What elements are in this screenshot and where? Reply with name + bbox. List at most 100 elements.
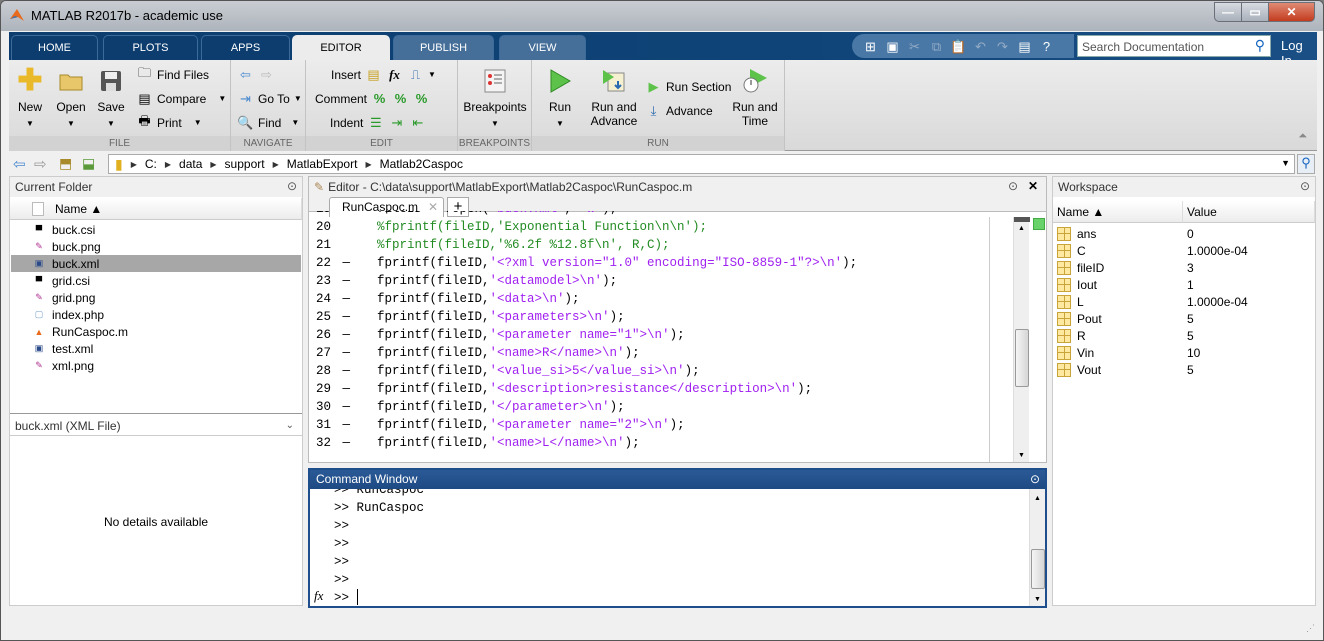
- code-line[interactable]: 23 — fprintf(fileID,'<datamodel>\n');: [309, 274, 1009, 292]
- code-line[interactable]: 30 — fprintf(fileID,'</parameter>\n');: [309, 400, 1009, 418]
- advance-button[interactable]: ⤓ Advance: [645, 102, 713, 119]
- panel-actions-icon[interactable]: ⊙: [1030, 470, 1040, 489]
- file-list-item[interactable]: ✎ xml.png: [11, 357, 301, 374]
- workspace-variable[interactable]: C 1.0000e-04: [1054, 242, 1314, 259]
- workspace-variable[interactable]: ans 0: [1054, 225, 1314, 242]
- tab-plots[interactable]: PLOTS: [103, 35, 198, 60]
- uncomment-icon[interactable]: %: [392, 90, 409, 107]
- increase-indent-icon[interactable]: ⇥: [388, 114, 405, 131]
- file-list-item[interactable]: ✎ buck.png: [11, 238, 301, 255]
- value-column-header[interactable]: Value: [1183, 201, 1315, 223]
- workspace-variable[interactable]: Vout 5: [1054, 361, 1314, 378]
- panel-actions-icon[interactable]: ⊙: [1008, 179, 1018, 193]
- scroll-down-icon[interactable]: ▼: [1034, 596, 1041, 603]
- search-documentation-input[interactable]: Search Documentation ⚲: [1077, 35, 1271, 57]
- collapse-toolstrip-icon[interactable]: ⏶: [1298, 130, 1307, 143]
- breakpoint-marker[interactable]: —: [335, 274, 351, 288]
- insert-section-icon[interactable]: ▤: [365, 66, 382, 83]
- insert-fi-icon[interactable]: ⎍: [407, 66, 424, 83]
- code-line[interactable]: 29 — fprintf(fileID,'<description>resista…: [309, 382, 1009, 400]
- path-dropdown-icon[interactable]: ▼: [1281, 158, 1290, 168]
- chevron-down-icon[interactable]: ▼: [428, 70, 436, 79]
- command-scrollbar[interactable]: ▲ ▼: [1029, 489, 1045, 606]
- path-segment[interactable]: Matlab2Caspoc: [380, 157, 463, 171]
- find-files-button[interactable]: 🗀 Find Files: [136, 65, 209, 83]
- name-column-header[interactable]: Name ▲: [1053, 201, 1183, 223]
- tab-view[interactable]: VIEW: [499, 35, 586, 60]
- minimize-button[interactable]: —: [1214, 2, 1241, 22]
- open-button[interactable]: Open ▼: [53, 68, 89, 131]
- tab-publish[interactable]: PUBLISH: [393, 35, 494, 60]
- code-line[interactable]: 32 — fprintf(fileID,'<name>L</name>\n');: [309, 436, 1009, 454]
- switch-windows-icon[interactable]: ▤: [1016, 38, 1033, 55]
- workspace-variable[interactable]: L 1.0000e-04: [1054, 293, 1314, 310]
- path-segment[interactable]: data: [179, 157, 202, 171]
- file-list-item[interactable]: ▣ buck.xml: [11, 255, 301, 272]
- code-line[interactable]: 22 — fprintf(fileID,'<?xml version="1.0" …: [309, 256, 1009, 274]
- breakpoint-marker[interactable]: —: [335, 346, 351, 360]
- path-segment[interactable]: C:: [145, 157, 157, 171]
- file-list-item[interactable]: ▢ index.php: [11, 306, 301, 323]
- goto-button[interactable]: ⇥ Go To ▼: [237, 90, 302, 107]
- workspace-variable[interactable]: R5: [1054, 327, 1314, 344]
- back-icon[interactable]: ⇦: [13, 155, 26, 173]
- tab-apps[interactable]: APPS: [201, 35, 290, 60]
- breakpoints-button[interactable]: Breakpoints ▼: [462, 68, 528, 131]
- file-list-item[interactable]: ✎ grid.png: [11, 289, 301, 306]
- code-line[interactable]: 20 %fprintf(fileID,'Exponential Function\…: [309, 220, 1009, 238]
- run-button[interactable]: Run ▼: [542, 68, 578, 131]
- search-icon[interactable]: ⚲: [1255, 37, 1265, 54]
- comment-icon[interactable]: %: [371, 90, 388, 107]
- tab-editor[interactable]: EDITOR: [292, 35, 390, 60]
- paste-icon[interactable]: 📋: [950, 38, 967, 55]
- code-line[interactable]: 21 %fprintf(fileID,'%6.2f %12.8f\n', R,C)…: [309, 238, 1009, 256]
- name-column-header[interactable]: Name ▲: [10, 198, 302, 220]
- workspace-variable[interactable]: Vin 10: [1054, 344, 1314, 361]
- close-editor-icon[interactable]: ✕: [1028, 179, 1038, 193]
- save-button[interactable]: Save ▼: [95, 68, 127, 131]
- forward-arrow-icon[interactable]: ⇨: [258, 66, 275, 83]
- new-button[interactable]: ✚ New ▼: [15, 66, 45, 131]
- run-section-button[interactable]: ▶ Run Section: [645, 78, 732, 95]
- code-line[interactable]: 31 — fprintf(fileID,'<parameter name="2">…: [309, 418, 1009, 436]
- close-button[interactable]: ✕: [1268, 2, 1315, 22]
- code-area[interactable]: 19 —fileID = fopen('buck.xml', 'w');20%f…: [309, 211, 1009, 459]
- breakpoint-marker[interactable]: —: [335, 256, 351, 270]
- path-segment[interactable]: MatlabExport: [287, 157, 358, 171]
- code-line[interactable]: 25 — fprintf(fileID,'<parameters>\n');: [309, 310, 1009, 328]
- copy-icon[interactable]: ⧉: [928, 38, 945, 55]
- maximize-button[interactable]: ▭: [1241, 2, 1268, 22]
- scroll-up-icon[interactable]: ▲: [1034, 495, 1041, 502]
- run-and-advance-button[interactable]: Run and Advance: [588, 68, 640, 128]
- breakpoint-marker[interactable]: —: [335, 382, 351, 396]
- smart-indent-icon[interactable]: ☰: [367, 114, 384, 131]
- decrease-indent-icon[interactable]: ⇤: [409, 114, 426, 131]
- breakpoint-marker[interactable]: —: [335, 436, 351, 450]
- scroll-up-icon[interactable]: ▲: [1018, 225, 1025, 232]
- help-icon[interactable]: ?: [1038, 38, 1055, 55]
- search-folder-icon[interactable]: ⚲: [1297, 154, 1315, 174]
- file-list-item[interactable]: ▣ test.xml: [11, 340, 301, 357]
- chevron-down-icon[interactable]: ⌄: [286, 416, 294, 436]
- save-icon[interactable]: ▣: [884, 38, 901, 55]
- editor-scrollbar[interactable]: ▲ ▼: [1013, 217, 1030, 462]
- code-analyzer-status-icon[interactable]: [1033, 218, 1045, 230]
- breakpoint-marker[interactable]: —: [335, 211, 351, 216]
- code-line[interactable]: 26 — fprintf(fileID,'<parameter name="1">…: [309, 328, 1009, 346]
- breakpoint-marker[interactable]: —: [335, 364, 351, 378]
- find-button[interactable]: 🔍 Find ▼: [237, 114, 299, 131]
- workspace-variable[interactable]: Iout 1: [1054, 276, 1314, 293]
- new-simulink-icon[interactable]: ⊞: [862, 38, 879, 55]
- insert-function-icon[interactable]: fx: [386, 66, 403, 83]
- run-and-time-button[interactable]: Run and Time: [730, 68, 780, 128]
- breakpoint-marker[interactable]: —: [335, 418, 351, 432]
- function-browser-icon[interactable]: fx: [314, 588, 323, 604]
- panel-actions-icon[interactable]: ⊙: [1300, 179, 1310, 193]
- scroll-down-icon[interactable]: ▼: [1018, 452, 1025, 459]
- workspace-variable[interactable]: Pout 5: [1054, 310, 1314, 327]
- command-output[interactable]: >> RunCaspoc >> RunCaspoc >> >> >> >> >>: [310, 489, 1028, 606]
- file-list-item[interactable]: ▀ grid.csi: [11, 272, 301, 289]
- workspace-variable[interactable]: fileID 3: [1054, 259, 1314, 276]
- tab-home[interactable]: HOME: [11, 35, 98, 60]
- file-list-item[interactable]: ▲ RunCaspoc.m: [11, 323, 301, 340]
